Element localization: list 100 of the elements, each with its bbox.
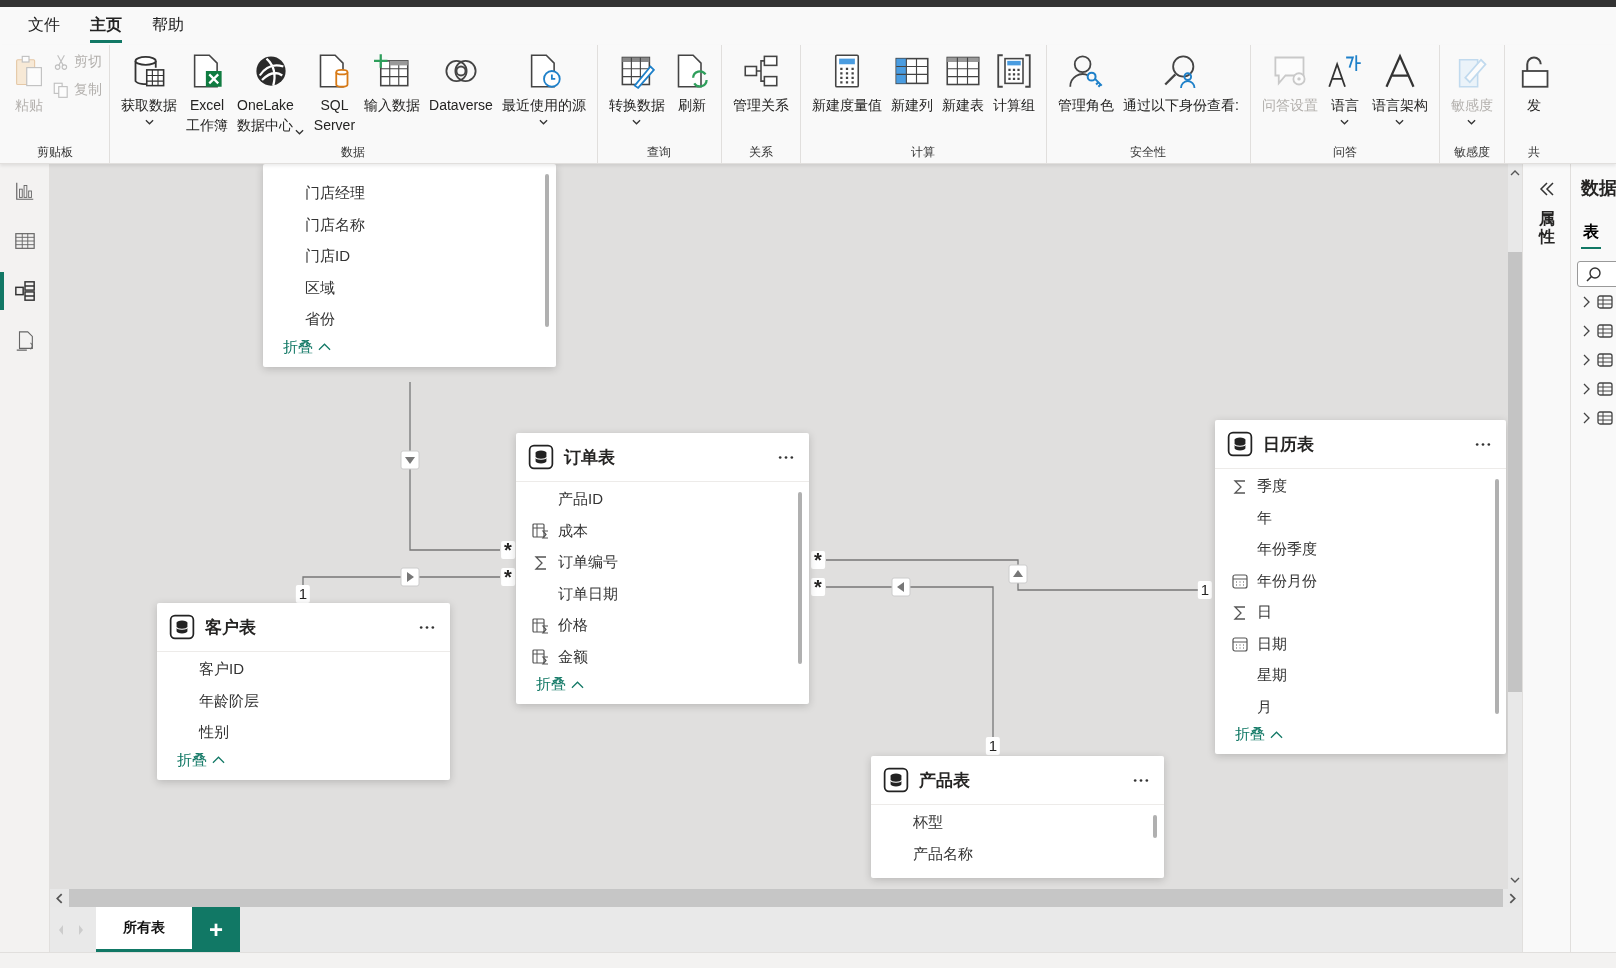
ribbon-button[interactable]: OneLake 数据中心 bbox=[233, 51, 309, 143]
field-name[interactable]: 门店ID bbox=[305, 247, 350, 267]
scrollbar[interactable] bbox=[798, 492, 802, 664]
scrollbar[interactable] bbox=[1153, 815, 1157, 838]
field-name[interactable]: 日 bbox=[1257, 603, 1272, 623]
field-name[interactable]: 杯型 bbox=[913, 813, 943, 833]
field-name[interactable]: 订单日期 bbox=[558, 584, 618, 604]
pane-tab[interactable]: 表 bbox=[1581, 222, 1601, 249]
more-options-icon[interactable] bbox=[418, 624, 436, 630]
menu-tab[interactable]: 帮助 bbox=[152, 9, 184, 43]
field-name[interactable]: 区域 bbox=[305, 278, 335, 298]
table-card[interactable]: 产品表 杯型 产品名称 bbox=[871, 756, 1164, 878]
ribbon-button[interactable]: 管理关系 bbox=[728, 51, 793, 143]
ribbon-button[interactable]: Dataverse bbox=[425, 51, 497, 143]
ribbon-button[interactable]: 最近使用的源 bbox=[497, 51, 590, 143]
caret-icon bbox=[539, 119, 549, 125]
ribbon-button[interactable]: 语言 bbox=[1322, 51, 1367, 143]
filter-direction-icon bbox=[400, 450, 420, 470]
table-icon[interactable] bbox=[1597, 323, 1613, 338]
ribbon-button[interactable]: 刷新 bbox=[669, 51, 714, 143]
expand-chevron-icon[interactable] bbox=[1581, 353, 1591, 366]
filter-direction-icon bbox=[1008, 564, 1028, 584]
database-icon bbox=[169, 614, 195, 640]
relationship-icon bbox=[742, 53, 779, 89]
table-card[interactable]: 订单表 产品ID 成本 订单编号 订单日期 价格 金额 折叠 bbox=[516, 433, 809, 704]
ribbon-button[interactable]: Excel 工作簿 bbox=[182, 51, 232, 143]
ribbon-button[interactable]: SQL Server bbox=[309, 51, 360, 143]
ribbon-button[interactable]: 新建列 bbox=[886, 51, 937, 143]
field-name[interactable]: 门店名称 bbox=[305, 215, 365, 235]
collapse-link[interactable]: 折叠 bbox=[177, 748, 225, 772]
table-icon[interactable] bbox=[1597, 294, 1613, 309]
field-name[interactable]: 年龄阶层 bbox=[199, 691, 259, 711]
expand-chevron-icon[interactable] bbox=[1581, 382, 1591, 395]
expand-chevron-icon[interactable] bbox=[1581, 295, 1591, 308]
scrollbar[interactable] bbox=[1495, 479, 1499, 714]
menu-tab[interactable]: 文件 bbox=[28, 9, 60, 43]
field-name[interactable]: 年份月份 bbox=[1257, 571, 1317, 591]
ribbon-button[interactable]: 输入数据 bbox=[360, 51, 425, 143]
ribbon-button[interactable]: 新建度量值 bbox=[807, 51, 886, 143]
field-name[interactable]: 季度 bbox=[1257, 477, 1287, 497]
ribbon-button[interactable]: 管理角色 bbox=[1053, 51, 1118, 143]
expand-chevron-icon[interactable] bbox=[1581, 324, 1591, 337]
field-name[interactable]: 星期 bbox=[1257, 666, 1287, 686]
field-name[interactable]: 客户ID bbox=[199, 660, 244, 680]
table-card[interactable]: 日历表 季度 年 年份季度 年份月份 日 日期 星期 月 折叠 bbox=[1215, 420, 1506, 754]
model-icon bbox=[13, 280, 36, 302]
collapse-link[interactable]: 折叠 bbox=[283, 335, 331, 359]
search-icon bbox=[1586, 266, 1602, 282]
table-title: 客户表 bbox=[205, 616, 257, 639]
field-name[interactable]: 省份 bbox=[305, 310, 335, 330]
table-icon[interactable] bbox=[1597, 410, 1613, 425]
table-icon[interactable] bbox=[1597, 381, 1613, 396]
add-page-button[interactable]: + bbox=[192, 907, 240, 952]
group-label: 敏感度 bbox=[1452, 144, 1491, 161]
expand-chevron-icon[interactable] bbox=[1581, 411, 1591, 424]
scroll-up-icon[interactable] bbox=[1510, 170, 1520, 176]
vertical-scrollbar[interactable] bbox=[1508, 164, 1522, 889]
field-name[interactable]: 价格 bbox=[558, 616, 588, 636]
scroll-down-icon[interactable] bbox=[1510, 877, 1520, 883]
collapse-link[interactable]: 折叠 bbox=[1235, 723, 1283, 746]
ribbon-button[interactable]: 转换数据 bbox=[604, 51, 669, 143]
scrollbar[interactable] bbox=[545, 174, 549, 327]
field-name[interactable]: 订单编号 bbox=[558, 553, 618, 573]
field-name[interactable]: 月 bbox=[1257, 697, 1272, 717]
collapse-pane-icon[interactable] bbox=[1538, 182, 1555, 196]
ribbon-button[interactable]: 新建表 bbox=[937, 51, 988, 143]
ribbon-button[interactable]: 语言架构 bbox=[1367, 51, 1432, 143]
ribbon-button[interactable]: 获取数据 bbox=[117, 51, 181, 143]
field-name[interactable]: 年 bbox=[1257, 508, 1272, 528]
more-options-icon[interactable] bbox=[1474, 441, 1492, 447]
properties-pane-label[interactable]: 属性 bbox=[1538, 210, 1555, 246]
field-name[interactable]: 日期 bbox=[1257, 634, 1287, 654]
ribbon-button[interactable]: 发 bbox=[1511, 51, 1556, 143]
group-label: 共 bbox=[1526, 144, 1541, 161]
ribbon-button[interactable]: 计算组 bbox=[988, 51, 1039, 143]
field-name[interactable]: 产品ID bbox=[558, 490, 603, 510]
field-name[interactable]: 年份季度 bbox=[1257, 540, 1317, 560]
scroll-right-icon[interactable] bbox=[1509, 892, 1516, 904]
scroll-left-icon[interactable] bbox=[56, 892, 63, 904]
field-name[interactable]: 门店经理 bbox=[305, 184, 365, 204]
more-options-icon[interactable] bbox=[777, 454, 795, 460]
filter-direction-icon bbox=[400, 567, 420, 587]
ribbon-button[interactable]: 通过以下身份查看: bbox=[1118, 51, 1243, 143]
collapse-link[interactable]: 折叠 bbox=[536, 673, 584, 696]
field-name[interactable]: 产品名称 bbox=[913, 844, 973, 864]
table-icon bbox=[13, 230, 36, 252]
field-name[interactable]: 金额 bbox=[558, 647, 588, 667]
table-icon[interactable] bbox=[1597, 352, 1613, 367]
table-card[interactable]: 客户表 客户ID 年龄阶层 性别 折叠 bbox=[157, 603, 450, 780]
more-options-icon[interactable] bbox=[1132, 777, 1150, 783]
database-icon bbox=[883, 767, 909, 793]
page-tab[interactable]: 所有表 bbox=[96, 907, 192, 952]
language-icon bbox=[1326, 53, 1363, 89]
cardinality-label: 1 bbox=[985, 737, 1001, 755]
cardinality-label: * bbox=[501, 568, 515, 586]
chevron-up-icon bbox=[212, 756, 225, 764]
horizontal-scrollbar[interactable] bbox=[50, 889, 1522, 907]
field-name[interactable]: 成本 bbox=[558, 521, 588, 541]
field-name[interactable]: 性别 bbox=[199, 723, 229, 743]
table-card[interactable]: 门店经理 门店名称 门店ID 区域 省份 折叠 bbox=[263, 164, 556, 367]
